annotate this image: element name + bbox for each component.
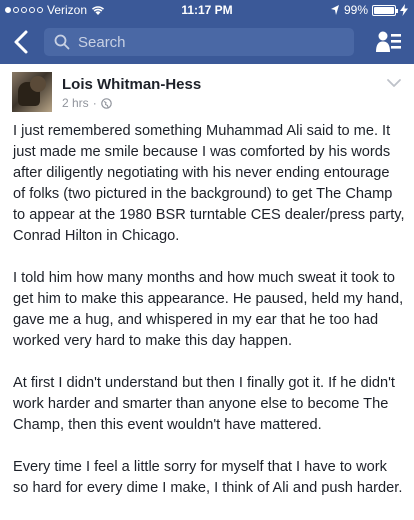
- battery-percent: 99%: [343, 3, 368, 17]
- battery-icon: [372, 4, 398, 16]
- meta-separator: ·: [92, 96, 97, 110]
- status-bar: Verizon 11:17 PM 99%: [0, 0, 414, 20]
- author-name[interactable]: Lois Whitman-Hess: [62, 76, 201, 93]
- post-time[interactable]: 2 hrs: [62, 96, 89, 110]
- back-chevron-icon[interactable]: [10, 29, 34, 55]
- post-meta: 2 hrs ·: [62, 96, 112, 110]
- search-placeholder: Search: [78, 33, 126, 51]
- post-paragraph: I told him how many months and how much …: [13, 270, 404, 349]
- search-icon: [54, 34, 70, 50]
- post-paragraph: I just remembered something Muhammad Ali…: [13, 123, 405, 244]
- charging-bolt-icon: [400, 4, 408, 16]
- nav-bar: Search: [0, 20, 414, 64]
- chevron-down-icon[interactable]: [386, 78, 402, 88]
- post-paragraph: At first I didn't understand but then I …: [13, 375, 395, 433]
- search-input[interactable]: Search: [44, 28, 354, 56]
- globe-icon: [100, 97, 112, 109]
- avatar[interactable]: [12, 72, 52, 112]
- location-arrow-icon: [330, 5, 339, 15]
- post-body: I just remembered something Muhammad Ali…: [13, 121, 405, 520]
- status-right: 99%: [330, 3, 408, 17]
- post-header: Lois Whitman-Hess 2 hrs ·: [0, 64, 414, 120]
- post-paragraph: Every time I feel a little sorry for mys…: [13, 459, 403, 496]
- friend-requests-icon[interactable]: [376, 30, 402, 54]
